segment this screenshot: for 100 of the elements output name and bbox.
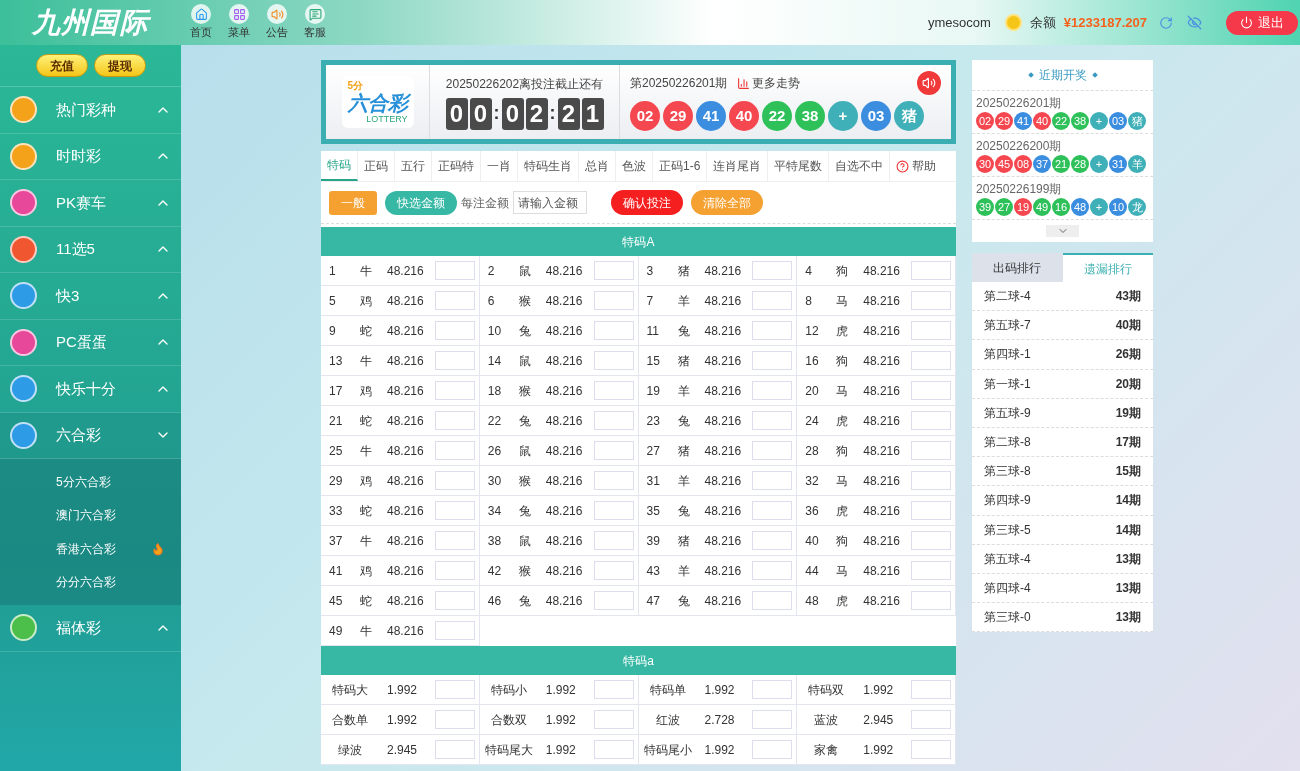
bet-tab[interactable]: 平特尾数: [768, 151, 830, 181]
amount-field[interactable]: 请输入金额: [513, 191, 587, 214]
sound-icon[interactable]: [917, 71, 941, 95]
bet-tab[interactable]: 连肖尾肖: [707, 151, 769, 181]
recent-title: 近期开奖: [1038, 67, 1087, 84]
bet-tab[interactable]: 自选不中: [829, 151, 891, 181]
nav-link[interactable]: 菜单: [227, 4, 251, 41]
bet-input[interactable]: [752, 261, 793, 280]
bet-tab[interactable]: 总肖: [579, 151, 616, 181]
bet-input[interactable]: [593, 411, 634, 430]
bet-input[interactable]: [593, 740, 634, 759]
bet-input[interactable]: [434, 501, 475, 520]
refresh-icon[interactable]: [1159, 15, 1173, 30]
ranking-tab[interactable]: 出码排行: [972, 253, 1063, 282]
odds-cell-text: 48.216: [704, 592, 742, 610]
bet-input[interactable]: [911, 411, 951, 430]
bet-input[interactable]: [752, 471, 793, 490]
bet-input[interactable]: [911, 291, 951, 310]
bet-input[interactable]: [911, 471, 951, 490]
bet-input[interactable]: [593, 321, 634, 340]
bet-input[interactable]: [434, 471, 475, 490]
bet-input[interactable]: [911, 710, 951, 729]
bet-input[interactable]: [911, 381, 951, 400]
bet-input[interactable]: [752, 531, 793, 550]
bet-input[interactable]: [752, 291, 793, 310]
bet-input[interactable]: [752, 561, 793, 580]
wallet-button[interactable]: 提现: [93, 54, 146, 77]
bet-input[interactable]: [911, 351, 951, 370]
number-cell-text: 35: [646, 502, 661, 520]
bet-input[interactable]: [911, 561, 951, 580]
ball-position: 第五球-9: [984, 404, 1031, 422]
bet-input[interactable]: [911, 321, 951, 340]
bet-input[interactable]: [593, 710, 634, 729]
bet-input[interactable]: [752, 740, 793, 759]
bet-tab[interactable]: 正码: [358, 151, 395, 181]
bet-input[interactable]: [434, 710, 475, 729]
confirm-button[interactable]: 确认投注: [611, 190, 683, 215]
bet-input[interactable]: [752, 680, 793, 699]
bet-input[interactable]: [911, 680, 951, 699]
odds-cell-text: 48.216: [387, 622, 424, 640]
bet-input[interactable]: [911, 261, 951, 280]
bet-input[interactable]: [593, 680, 634, 699]
bet-input[interactable]: [434, 441, 475, 460]
logout-button[interactable]: 退出: [1226, 10, 1298, 35]
nav-link[interactable]: 首页: [189, 4, 213, 41]
help-link[interactable]: 帮助: [890, 151, 943, 181]
bet-input[interactable]: [911, 441, 951, 460]
bet-input[interactable]: [434, 740, 475, 759]
bet-input[interactable]: [752, 710, 793, 729]
wallet-button[interactable]: 充值: [35, 54, 88, 77]
bet-input[interactable]: [434, 621, 475, 640]
bet-tab[interactable]: 特码生肖: [518, 151, 579, 181]
nav-link[interactable]: 公告: [265, 4, 289, 41]
hide-icon[interactable]: [1187, 15, 1202, 30]
bet-input[interactable]: [434, 261, 475, 280]
bet-input[interactable]: [434, 381, 475, 400]
bet-input[interactable]: [911, 740, 951, 759]
zodiac-cell-text: 兔: [676, 502, 691, 520]
bet-input[interactable]: [752, 441, 793, 460]
bet-input[interactable]: [434, 321, 475, 340]
expand-button[interactable]: [1046, 225, 1079, 237]
submenu-item[interactable]: 澳门六合彩: [0, 498, 181, 532]
bet-input[interactable]: [434, 351, 475, 370]
bet-tab[interactable]: 正码特: [432, 151, 481, 181]
bet-input[interactable]: [434, 591, 475, 610]
bet-input[interactable]: [752, 381, 793, 400]
bet-tab[interactable]: 色波: [616, 151, 653, 181]
bet-input[interactable]: [911, 591, 951, 610]
bet-input[interactable]: [752, 321, 793, 340]
bet-input[interactable]: [752, 351, 793, 370]
submenu-item[interactable]: 5分六合彩: [0, 465, 181, 499]
bet-input[interactable]: [434, 411, 475, 430]
bet-input[interactable]: [434, 561, 475, 580]
bet-input[interactable]: [593, 291, 634, 310]
bet-input[interactable]: [752, 501, 793, 520]
nav-link[interactable]: 客服: [303, 4, 327, 41]
bet-input[interactable]: [752, 591, 793, 610]
bet-input[interactable]: [911, 501, 951, 520]
submenu-item[interactable]: 香港六合彩: [0, 532, 181, 566]
bet-input[interactable]: [593, 261, 634, 280]
bet-input[interactable]: [593, 531, 634, 550]
bet-input[interactable]: [434, 680, 475, 699]
bet-input[interactable]: [593, 561, 634, 580]
trend-link[interactable]: 更多走势: [737, 74, 801, 92]
bet-input[interactable]: [593, 501, 634, 520]
bet-tab[interactable]: 五行: [395, 151, 432, 181]
bet-input[interactable]: [911, 531, 951, 550]
bet-input[interactable]: [434, 291, 475, 310]
bet-input[interactable]: [593, 381, 634, 400]
bet-input[interactable]: [593, 351, 634, 370]
submenu-item[interactable]: 分分六合彩: [0, 565, 181, 599]
bet-input[interactable]: [752, 411, 793, 430]
ball-position: 第三球-0: [984, 609, 1031, 627]
draw-period: 20250226201期: [976, 95, 1063, 112]
bet-input[interactable]: [593, 441, 634, 460]
bet-input[interactable]: [593, 471, 634, 490]
bet-tab[interactable]: 一肖: [481, 151, 518, 181]
bet-input[interactable]: [434, 531, 475, 550]
bet-tab[interactable]: 正码1-6: [653, 151, 708, 181]
bet-input[interactable]: [593, 591, 634, 610]
